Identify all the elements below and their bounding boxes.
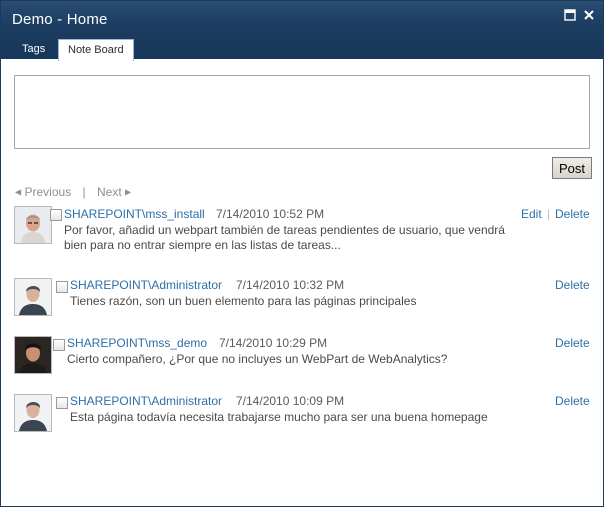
- note-date: 7/14/2010 10:29 PM: [219, 336, 328, 350]
- note-author-link[interactable]: SHAREPOINT\Administrator: [70, 278, 222, 292]
- next-arrow-icon: ▶: [125, 187, 132, 197]
- maximize-icon[interactable]: [564, 9, 578, 23]
- note-date: 7/14/2010 10:09 PM: [236, 394, 345, 408]
- note-input[interactable]: [14, 75, 590, 149]
- action-separator: |: [547, 207, 551, 221]
- close-icon[interactable]: [583, 9, 597, 23]
- previous-arrow-icon: ◀: [15, 187, 22, 197]
- note-date: 7/14/2010 10:32 PM: [236, 278, 345, 292]
- tab-tags[interactable]: Tags: [13, 39, 54, 59]
- note-checkbox[interactable]: [56, 281, 68, 293]
- next-link[interactable]: Next: [97, 185, 122, 199]
- avatar-administrator-icon: [14, 394, 52, 432]
- note-text: Esta página todavía necesita trabajarse …: [70, 410, 488, 424]
- note-text-line: Por favor, añadid un webpart también de …: [64, 223, 505, 237]
- note-author-link[interactable]: SHAREPOINT\mss_demo: [67, 336, 207, 350]
- note-author-link[interactable]: SHAREPOINT\Administrator: [70, 394, 222, 408]
- note-checkbox[interactable]: [50, 209, 62, 221]
- edit-link[interactable]: Edit: [521, 207, 542, 221]
- delete-link[interactable]: Delete: [555, 394, 590, 408]
- post-button[interactable]: Post: [552, 157, 592, 179]
- note-text: Tienes razón, son un buen elemento para …: [70, 294, 417, 308]
- note-text: Cierto compañero, ¿Por que no incluyes u…: [67, 352, 448, 366]
- tab-note-board[interactable]: Note Board: [58, 39, 134, 61]
- delete-link[interactable]: Delete: [555, 278, 590, 292]
- avatar-administrator-icon: [14, 278, 52, 316]
- note-checkbox[interactable]: [53, 339, 65, 351]
- delete-link[interactable]: Delete: [555, 336, 590, 350]
- delete-link[interactable]: Delete: [555, 207, 590, 221]
- title-bar: Demo - Home Tags Note Board: [1, 1, 603, 61]
- previous-link[interactable]: Previous: [25, 185, 72, 199]
- note-author-link[interactable]: SHAREPOINT\mss_install: [64, 207, 205, 221]
- avatar-older-man-icon: [14, 206, 52, 244]
- pager: ◀ Previous | Next ▶: [15, 184, 131, 199]
- note-date: 7/14/2010 10:52 PM: [216, 207, 325, 221]
- note-text-line: bien para no entrar siempre en las lista…: [64, 238, 341, 252]
- note-checkbox[interactable]: [56, 397, 68, 409]
- pager-separator: |: [82, 184, 86, 199]
- dialog-window: Demo - Home Tags Note Board Post ◀ Previ…: [0, 0, 604, 507]
- avatar-dark-hair-icon: [14, 336, 52, 374]
- window-title: Demo - Home: [12, 11, 108, 28]
